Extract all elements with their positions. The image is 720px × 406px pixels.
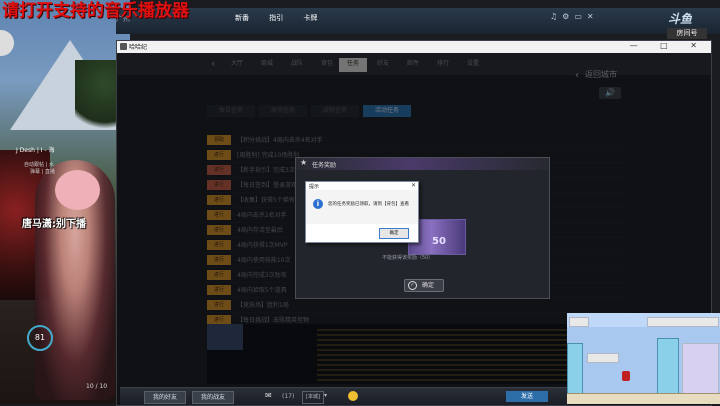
thumbnail-block <box>647 317 719 327</box>
check-circle-icon: ✓ <box>408 281 417 290</box>
message-box-body <box>306 190 418 224</box>
thumbnail-block <box>569 317 589 327</box>
reward-ok-button[interactable]: ✓ 确定 <box>404 279 444 292</box>
tab-new[interactable]: 新番 <box>235 13 249 23</box>
chat-channel-select[interactable]: [本城] <box>302 391 324 404</box>
reward-dialog-title: 任务奖励 <box>312 162 337 169</box>
info-icon: i <box>313 199 323 209</box>
streamer-subtitle-2: 弹幕 | 直播 <box>30 169 55 175</box>
thumbnail-pipe <box>657 338 679 395</box>
character-hair <box>55 170 100 210</box>
close-icon[interactable]: ✕ <box>411 182 416 189</box>
room-number-badge: 房间号 <box>667 28 707 39</box>
health-gauge: 81 <box>27 325 53 351</box>
site-logo: 斗鱼 <box>668 12 693 26</box>
message-box-text: 您的任务奖励已领取，请到【背包】查看 <box>328 202 409 207</box>
streamer-subtitle: 自动跟帖 | 水 <box>24 162 54 168</box>
my-team-button[interactable]: 我的战友 <box>192 391 234 404</box>
thumbnail-castle <box>682 343 719 395</box>
thumbnail-character <box>622 371 630 381</box>
game-top-bar <box>116 8 720 34</box>
player-hp-text: 10 / 10 <box>86 383 108 390</box>
streamer-name: J Desh | I - 海 <box>16 147 55 154</box>
game-thumbnail <box>567 313 720 404</box>
reward-ok-label: 确定 <box>421 282 434 289</box>
emoji-icon[interactable] <box>348 391 358 401</box>
thumbnail-block <box>587 353 619 363</box>
system-message-box: 提示 ✕ i 您的任务奖励已领取，请到【背包】查看 确定 <box>305 181 419 243</box>
danmaku-overlay-text: 唐马潇:别下播 <box>22 219 86 230</box>
tab-cards[interactable]: 卡牌 <box>303 13 317 23</box>
thumbnail-ground <box>567 393 720 404</box>
window-controls[interactable]: — □ ✕ <box>630 41 707 50</box>
tab-guide[interactable]: 指引 <box>269 13 283 23</box>
app-icon <box>120 43 127 50</box>
message-box-titlebar[interactable]: 提示 ✕ <box>306 182 418 190</box>
my-friends-button[interactable]: 我的好友 <box>144 391 186 404</box>
reward-item-value: 50 <box>432 236 446 247</box>
send-button[interactable]: 发送 <box>506 391 548 402</box>
reward-description: 不能获得该奖励（50） <box>382 255 434 261</box>
window-title: 哈哈纪 <box>129 44 148 51</box>
mail-icon[interactable]: ✉ <box>265 391 272 400</box>
game-top-tabs: 新番 指引 卡牌 <box>235 13 335 23</box>
chevron-down-icon[interactable]: ▾ <box>324 392 327 399</box>
message-box-title: 提示 <box>309 184 320 190</box>
music-player-banner: 请打开支持的音乐播放器 <box>2 1 189 21</box>
thumbnail-pipe <box>567 343 583 395</box>
bottom-taskbar: 我的好友 我的战友 ✉ (17) [本城] ▾ 发送 <box>120 387 568 405</box>
mail-count: (17) <box>282 393 295 400</box>
game-toolbar-icons[interactable]: ♫⚙▭✕ <box>550 12 599 21</box>
message-box-ok-button[interactable]: 确定 <box>379 228 409 239</box>
star-icon: ★ <box>300 158 308 167</box>
